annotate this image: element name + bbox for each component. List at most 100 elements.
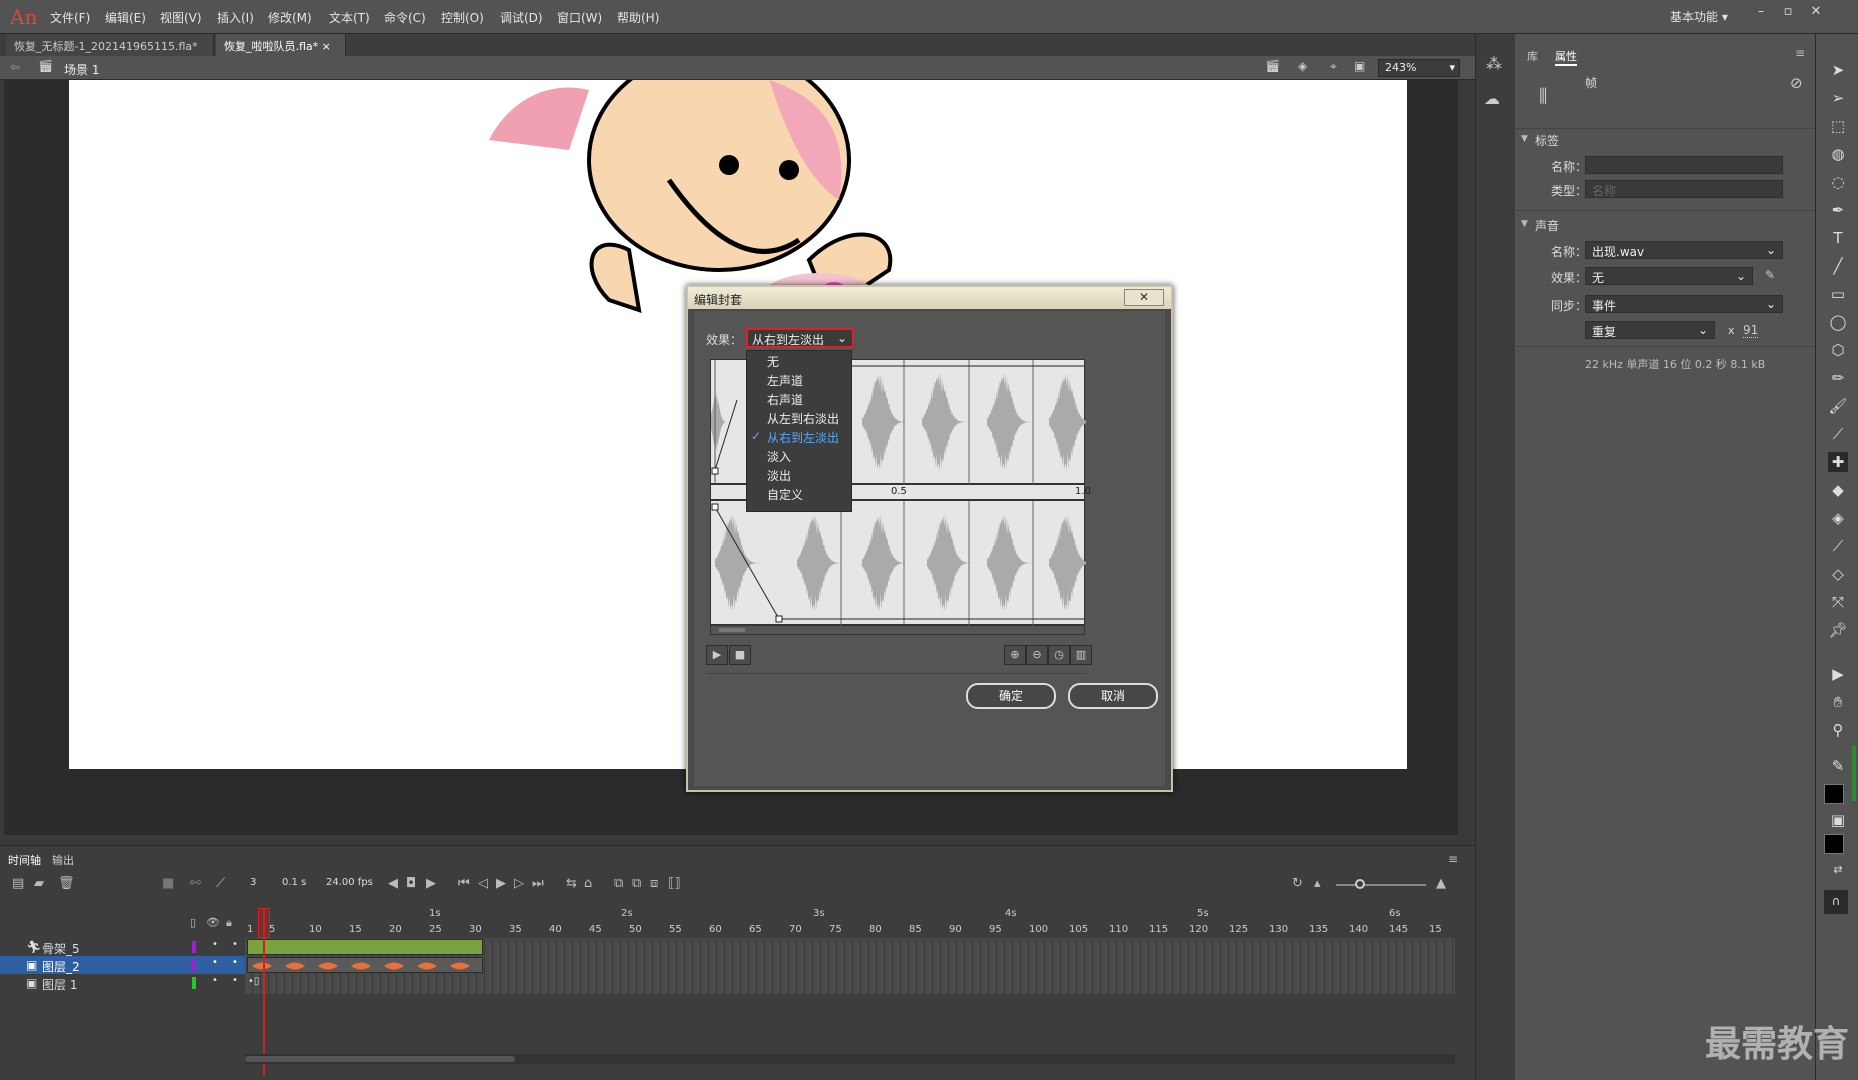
next-keyframe-icon[interactable]: ▶ bbox=[426, 876, 436, 891]
brush-tool-icon[interactable]: ⟋ bbox=[1828, 424, 1848, 444]
stroke-color-icon[interactable]: ✎ bbox=[1828, 756, 1848, 776]
lock-dot[interactable]: • bbox=[232, 957, 238, 968]
ink-bottle-tool-icon[interactable]: ◈ bbox=[1828, 508, 1848, 528]
lock-icon[interactable]: 🔒︎ bbox=[226, 916, 232, 930]
tab-document-1[interactable]: 恢复_无标题-1_202141965115.fla* × bbox=[6, 34, 214, 67]
frames-view-button[interactable]: ▥ bbox=[1070, 645, 1092, 665]
outline-column-icon[interactable]: ▯ bbox=[190, 916, 196, 929]
armature-frames-span[interactable] bbox=[247, 939, 483, 955]
step-forward-icon[interactable]: ▷ bbox=[514, 876, 524, 891]
eraser-tool-icon[interactable]: ◇ bbox=[1828, 564, 1848, 584]
menu-commands[interactable]: 命令(C) bbox=[384, 9, 426, 26]
edit-multiple-icon[interactable]: ⧈ bbox=[650, 876, 658, 891]
zoom-out-button[interactable]: ⊖ bbox=[1026, 645, 1048, 665]
close-icon[interactable]: ✕ bbox=[1805, 4, 1827, 22]
zoom-in-button[interactable]: ⊕ bbox=[1004, 645, 1026, 665]
oval-tool-icon[interactable]: ◯ bbox=[1828, 312, 1848, 332]
playhead-handle[interactable] bbox=[258, 908, 270, 938]
slider-handle[interactable] bbox=[1355, 879, 1365, 889]
camera-tool-icon[interactable]: ▶ bbox=[1828, 664, 1848, 684]
effect-select[interactable]: 无 ⌄ bbox=[1585, 267, 1753, 285]
layer-row[interactable]: 🏃︎ 骨架_5 • • bbox=[0, 938, 245, 956]
layer-row[interactable]: ▣ 图层 1 • • bbox=[0, 974, 245, 992]
step-back-icon[interactable]: ◁ bbox=[478, 876, 488, 891]
help-icon[interactable]: ⊘ bbox=[1790, 74, 1803, 92]
sound-frames-span[interactable] bbox=[247, 957, 483, 973]
hand-tool-icon[interactable]: ✋︎ bbox=[1828, 692, 1848, 712]
dialog-close-button[interactable]: ✕ bbox=[1124, 289, 1164, 306]
center-stage-icon[interactable]: ⌖ bbox=[1330, 59, 1337, 74]
frame-ruler[interactable]: 1s 2s 3s 4s 5s 6s 1 5 10 15 20 25 30 35 40 45 50 55… bbox=[245, 906, 1455, 941]
delete-layer-icon[interactable]: 🗑︎ bbox=[58, 876, 75, 891]
ok-button[interactable]: 确定 bbox=[966, 683, 1056, 709]
layer-color-swatch[interactable] bbox=[192, 941, 196, 953]
rectangle-tool-icon[interactable]: ▭ bbox=[1828, 284, 1848, 304]
elapsed-time[interactable]: 0.1 s bbox=[282, 877, 306, 888]
text-tool-icon[interactable]: T bbox=[1828, 228, 1848, 248]
add-keyframe-icon[interactable]: ◘ bbox=[406, 876, 416, 891]
polystar-tool-icon[interactable]: ⬡ bbox=[1828, 340, 1848, 360]
repeat-count[interactable]: 91 bbox=[1743, 323, 1759, 338]
loop-icon[interactable]: ⇆ bbox=[566, 876, 577, 891]
waveform-scrollbar[interactable] bbox=[710, 625, 1085, 635]
paint-bucket-tool-icon[interactable]: ◆ bbox=[1828, 480, 1848, 500]
graph-icon[interactable]: ⟋ bbox=[216, 876, 225, 891]
edit-symbol-icon[interactable]: ◈ bbox=[1298, 59, 1307, 73]
scrollbar-thumb[interactable] bbox=[719, 628, 745, 632]
clip-icon[interactable]: ▣ bbox=[1354, 59, 1365, 73]
play-icon[interactable]: ▶ bbox=[496, 876, 506, 891]
new-layer-icon[interactable]: ▤ bbox=[12, 876, 24, 891]
onion-skin-icon[interactable]: ⧉ bbox=[614, 876, 623, 891]
seconds-view-button[interactable]: ◷ bbox=[1048, 645, 1070, 665]
tab-document-2[interactable]: 恢复_啦啦队员.fla* × bbox=[216, 34, 346, 56]
frame-size-slider[interactable] bbox=[1336, 884, 1426, 886]
tab-output[interactable]: 输出 bbox=[52, 852, 74, 868]
menu-text[interactable]: 文本(T) bbox=[329, 9, 370, 26]
paint-brush-tool-icon[interactable]: 🖌︎ bbox=[1828, 396, 1848, 416]
workspace-switcher[interactable]: 基本功能 ▾ bbox=[1670, 8, 1728, 25]
lock-dot[interactable]: • bbox=[232, 939, 238, 950]
frame-rate[interactable]: 24.00 fps bbox=[326, 877, 373, 888]
visibility-dot[interactable]: • bbox=[212, 939, 218, 950]
close-icon[interactable]: × bbox=[322, 40, 331, 53]
stop-sound-button[interactable]: ■ bbox=[729, 645, 751, 665]
minimize-icon[interactable]: – bbox=[1750, 4, 1772, 22]
line-tool-icon[interactable]: ╱ bbox=[1828, 256, 1848, 276]
eyedropper-tool-icon[interactable]: ⟋ bbox=[1828, 536, 1848, 556]
zoom-select[interactable]: 243% ▾ bbox=[1378, 59, 1460, 77]
menu-insert[interactable]: 插入(I) bbox=[217, 9, 254, 26]
scrollbar-thumb[interactable] bbox=[245, 1056, 515, 1062]
menu-view[interactable]: 视图(V) bbox=[160, 9, 202, 26]
menu-modify[interactable]: 修改(M) bbox=[268, 9, 312, 26]
layer-color-swatch[interactable] bbox=[192, 977, 196, 989]
zoom-tool-icon[interactable]: ⚲ bbox=[1828, 720, 1848, 740]
layer-row[interactable]: ▣ 图层_2 • • bbox=[0, 956, 245, 974]
cancel-button[interactable]: 取消 bbox=[1068, 683, 1158, 709]
menu-file[interactable]: 文件(F) bbox=[50, 9, 90, 26]
refresh-icon[interactable]: ↻ bbox=[1292, 876, 1303, 891]
repeat-select[interactable]: 重复 ⌄ bbox=[1585, 321, 1715, 339]
collapse-icon[interactable]: ▼ bbox=[1521, 219, 1528, 229]
pin-tool-icon[interactable]: 📌︎ bbox=[1828, 620, 1848, 640]
panel-menu-icon[interactable]: ≡ bbox=[1448, 852, 1458, 866]
menu-debug[interactable]: 调试(D) bbox=[500, 9, 543, 26]
parent-view-icon[interactable]: ⚯ bbox=[190, 876, 201, 891]
eye-icon[interactable]: 👁︎ bbox=[206, 916, 220, 929]
camera-icon[interactable]: ■ bbox=[162, 876, 174, 891]
bone-tool-icon[interactable]: ✚ bbox=[1828, 452, 1848, 472]
keyframe-marker[interactable]: •▯ bbox=[248, 976, 259, 987]
visibility-dot[interactable]: • bbox=[212, 975, 218, 986]
play-sound-button[interactable]: ▶ bbox=[706, 645, 728, 665]
frame-size-icon[interactable]: ▴ bbox=[1314, 876, 1321, 891]
collapse-icon[interactable]: ▼ bbox=[1521, 134, 1528, 144]
3d-rotation-tool-icon[interactable]: ◍ bbox=[1828, 144, 1848, 164]
sync-select[interactable]: 事件 ⌄ bbox=[1585, 295, 1783, 313]
selection-tool-icon[interactable]: ➤ bbox=[1828, 60, 1848, 80]
sound-name-select[interactable]: 出现.wav ⌄ bbox=[1585, 241, 1783, 259]
mountain-icon[interactable]: ▲ bbox=[1436, 876, 1446, 891]
visibility-dot[interactable]: • bbox=[212, 957, 218, 968]
lasso-tool-icon[interactable]: ◌ bbox=[1828, 172, 1848, 192]
pen-tool-icon[interactable]: ✒ bbox=[1828, 200, 1848, 220]
tab-properties[interactable]: 属性 bbox=[1555, 48, 1577, 66]
lock-dot[interactable]: • bbox=[232, 975, 238, 986]
